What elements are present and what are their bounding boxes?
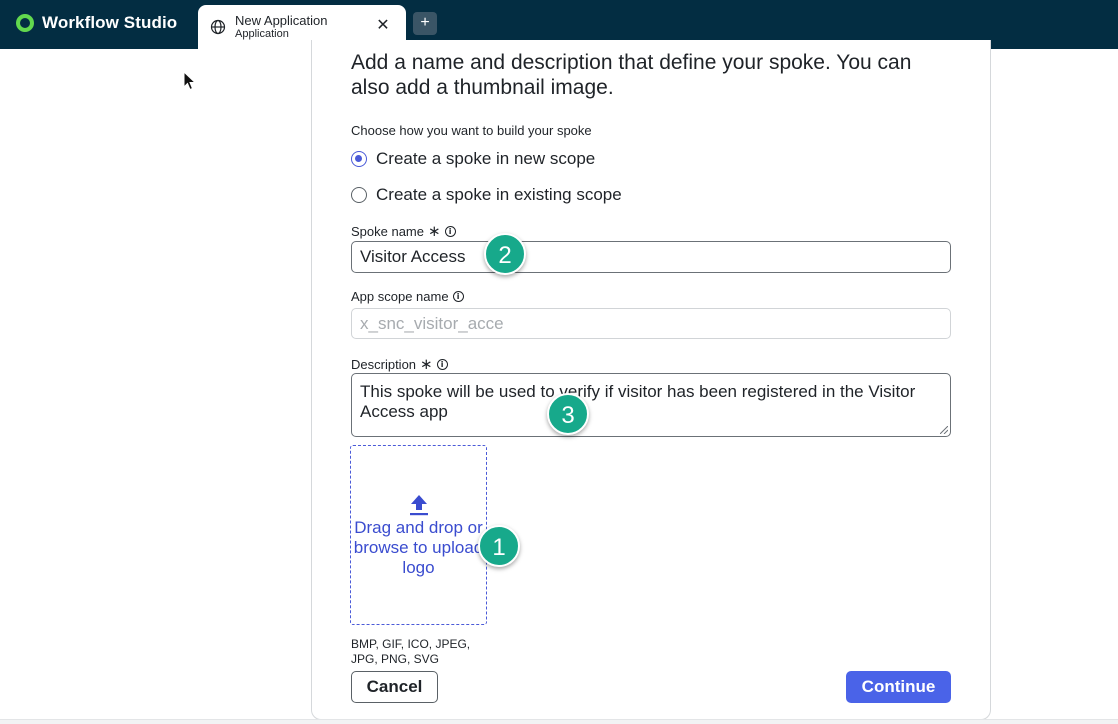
required-asterisk: ∗: [420, 356, 433, 373]
app-brand[interactable]: Workflow Studio: [16, 13, 177, 33]
logo-upload-dropzone[interactable]: Drag and drop or browse to upload logo: [350, 445, 487, 625]
page-footer-line: [0, 719, 1118, 724]
info-icon[interactable]: i: [452, 291, 464, 302]
description-label: Description ∗ i: [351, 355, 448, 373]
resize-handle-icon[interactable]: [940, 426, 948, 434]
form-intro: Add a name and description that define y…: [351, 51, 912, 99]
info-icon[interactable]: i: [444, 225, 456, 237]
info-icon[interactable]: i: [436, 358, 448, 370]
radio-existing-scope[interactable]: Create a spoke in existing scope: [351, 185, 622, 205]
spoke-name-label: Spoke name ∗ i: [351, 222, 456, 240]
radio-existing-scope-label: Create a spoke in existing scope: [376, 185, 622, 204]
cancel-button[interactable]: Cancel: [351, 671, 438, 703]
spoke-name-value: Visitor Access: [360, 247, 466, 266]
upload-text: Drag and drop or browse to upload logo: [353, 518, 484, 577]
radio-button-selected[interactable]: [351, 151, 367, 167]
required-asterisk: ∗: [428, 223, 441, 240]
app-scope-label-text: App scope name: [351, 289, 449, 304]
add-tab-button[interactable]: +: [413, 12, 437, 35]
callout-marker-1: 1: [478, 525, 520, 567]
callout-marker-2: 2: [484, 233, 526, 275]
app-scope-label: App scope name i: [351, 289, 464, 304]
radio-new-scope-label: Create a spoke in new scope: [376, 149, 596, 168]
radio-button[interactable]: [351, 187, 367, 203]
tab-title: New Application: [235, 13, 328, 28]
close-icon[interactable]: ✕: [374, 17, 392, 35]
continue-button[interactable]: Continue: [846, 671, 951, 703]
app-logo-icon: [16, 14, 34, 32]
build-method-label: Choose how you want to build your spoke: [351, 123, 592, 138]
description-value: This spoke will be used to verify if vis…: [360, 382, 916, 421]
description-textarea[interactable]: This spoke will be used to verify if vis…: [351, 373, 951, 437]
app-name: Workflow Studio: [42, 13, 178, 32]
mouse-cursor-icon: [183, 71, 197, 91]
description-label-text: Description: [351, 356, 417, 372]
app-scope-placeholder: x_snc_visitor_acce: [360, 313, 504, 333]
app-scope-input[interactable]: x_snc_visitor_acce: [351, 308, 951, 339]
tab-subtitle: Application: [235, 28, 289, 40]
upload-icon: [410, 495, 428, 516]
radio-new-scope[interactable]: Create a spoke in new scope: [351, 149, 595, 169]
spoke-name-input[interactable]: Visitor Access: [351, 241, 951, 273]
supported-formats: BMP, GIF, ICO, JPEG, JPG, PNG, SVG: [351, 637, 471, 666]
callout-marker-3: 3: [547, 393, 589, 435]
globe-icon: [210, 19, 226, 35]
spoke-name-label-text: Spoke name: [351, 223, 424, 239]
